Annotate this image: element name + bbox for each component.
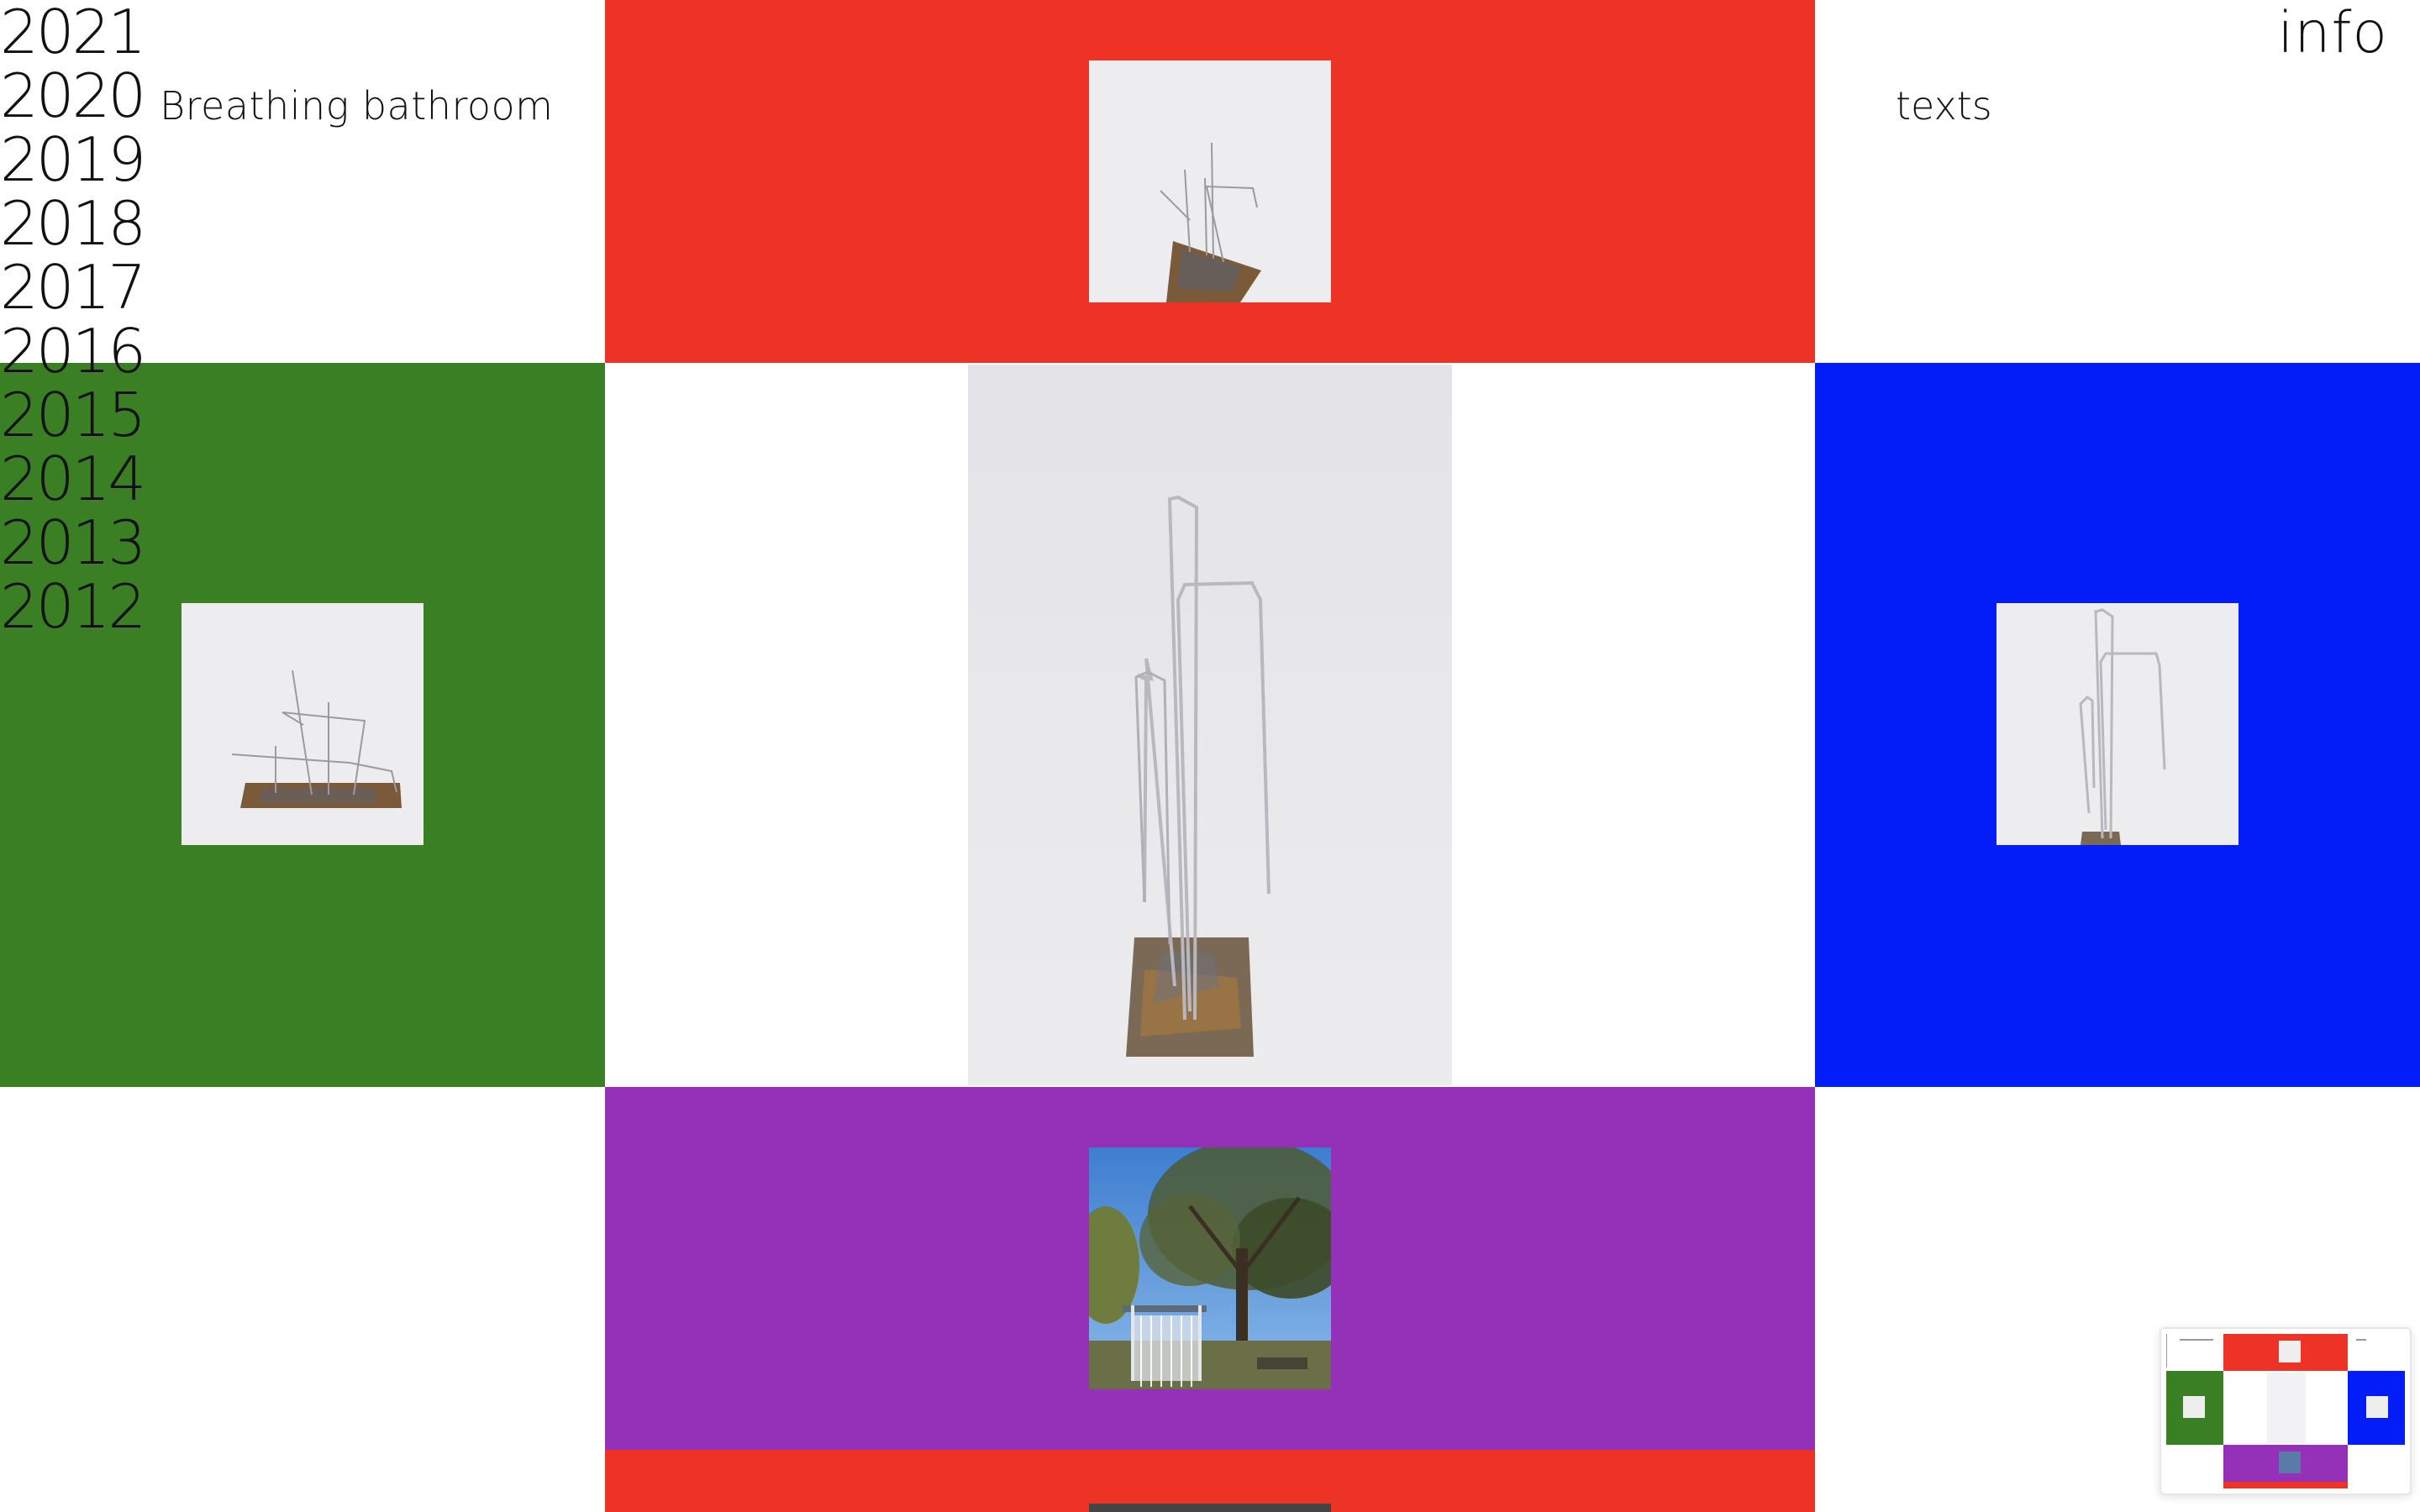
- minimap-red-bottom: [2223, 1482, 2348, 1488]
- info-link[interactable]: info: [2277, 3, 2388, 64]
- year-link-2016[interactable]: 2016: [0, 319, 146, 383]
- year-link-2013[interactable]: 2013: [0, 511, 146, 575]
- year-link-2020[interactable]: 2020: [0, 64, 146, 128]
- year-link-2019[interactable]: 2019: [0, 128, 146, 192]
- year-link-2021[interactable]: 2021: [0, 0, 146, 64]
- page-overview-minimap[interactable]: [2160, 1327, 2412, 1495]
- year-link-2014[interactable]: 2014: [0, 447, 146, 511]
- minimap-thumb-center: [2267, 1373, 2306, 1443]
- minimap-thumb-top: [2279, 1341, 2301, 1362]
- minimap-thumb-bottom: [2279, 1452, 2301, 1473]
- outdoor-installation-tree-image[interactable]: [1089, 1147, 1331, 1389]
- sculpture-side-view-image[interactable]: [182, 603, 424, 845]
- next-project-image[interactable]: [1089, 1504, 1331, 1512]
- sculpture-top-view-image[interactable]: [1089, 60, 1331, 302]
- sculpture-front-view-image[interactable]: [1996, 603, 2238, 845]
- tile-next-red: [605, 1450, 1815, 1512]
- minimap-thumb-right: [2366, 1396, 2388, 1418]
- year-link-2012[interactable]: 2012: [0, 575, 146, 638]
- year-link-2015[interactable]: 2015: [0, 383, 146, 447]
- minimap-title: [2180, 1339, 2213, 1341]
- project-title-link[interactable]: Breathing bathroom: [160, 81, 553, 131]
- texts-link[interactable]: texts: [1896, 81, 1992, 131]
- minimap-years: [2166, 1334, 2177, 1368]
- sculpture-main-view-image[interactable]: [968, 365, 1452, 1085]
- year-nav: 2021 2020 2019 2018 2017 2016 2015 2014 …: [0, 0, 146, 638]
- minimap-thumb-left: [2183, 1396, 2205, 1418]
- year-link-2018[interactable]: 2018: [0, 192, 146, 255]
- minimap-texts: [2356, 1339, 2366, 1341]
- year-link-2017[interactable]: 2017: [0, 255, 146, 319]
